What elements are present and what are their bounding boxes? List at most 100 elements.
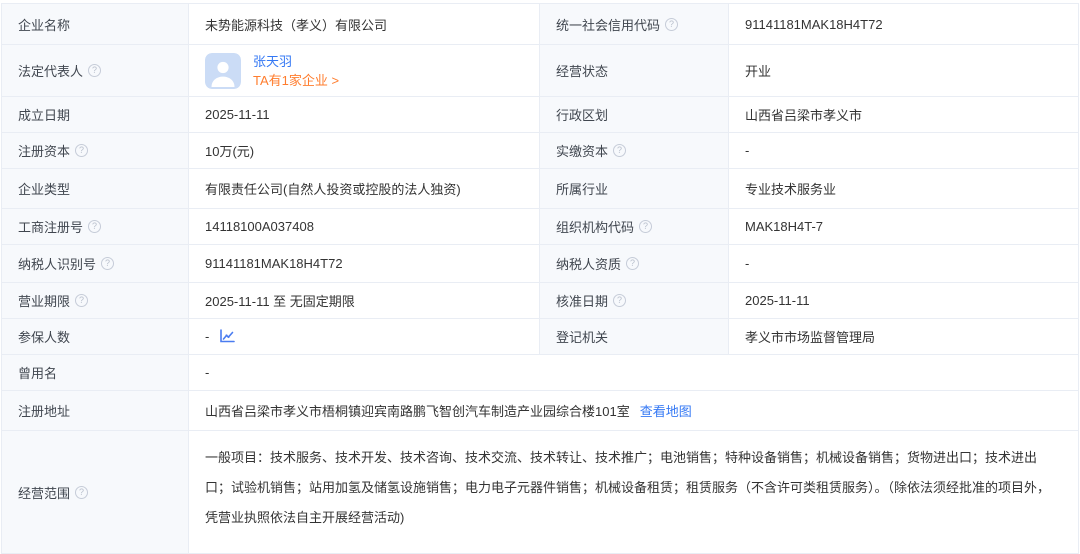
help-icon[interactable]: ?: [665, 18, 678, 31]
value-text: -: [205, 365, 209, 380]
help-icon[interactable]: ?: [613, 294, 626, 307]
help-icon[interactable]: ?: [101, 257, 114, 270]
taxpayer-id-label: 纳税人识别号 ?: [2, 245, 189, 282]
value-text: 山西省吕梁市孝义市: [745, 105, 862, 124]
table-row: 营业期限 ? 2025-11-11 至 无固定期限 核准日期 ? 2025-11…: [2, 283, 1078, 319]
label-text: 实缴资本: [556, 141, 608, 160]
company-type-label: 企业类型: [2, 169, 189, 208]
help-icon[interactable]: ?: [88, 64, 101, 77]
table-row: 参保人数 - 登记机关 孝义市市场监督管理局: [2, 319, 1078, 355]
label-text: 纳税人识别号: [18, 254, 96, 273]
registered-address-label: 注册地址: [2, 391, 189, 430]
admin-division-label: 行政区划: [540, 97, 729, 132]
status-label: 经营状态: [540, 45, 729, 96]
table-row: 曾用名 -: [2, 355, 1078, 391]
value-text: -: [205, 329, 209, 344]
label-text: 企业类型: [18, 179, 70, 198]
label-text: 成立日期: [18, 105, 70, 124]
label-text: 法定代表人: [18, 61, 83, 80]
help-icon[interactable]: ?: [626, 257, 639, 270]
taxpayer-id-value: 91141181MAK18H4T72: [189, 245, 540, 282]
table-row: 工商注册号 ? 14118100A037408 组织机构代码 ? MAK18H4…: [2, 209, 1078, 245]
insured-count-label: 参保人数: [2, 319, 189, 354]
value-text: 2025-11-11: [745, 293, 810, 308]
credit-code-value: 91141181MAK18H4T72: [729, 4, 1078, 44]
industry-label: 所属行业: [540, 169, 729, 208]
value-text: 有限责任公司(自然人投资或控股的法人独资): [205, 179, 461, 198]
help-icon[interactable]: ?: [639, 220, 652, 233]
legal-rep-companies-link[interactable]: TA有1家企业 >: [253, 72, 339, 89]
org-code-value: MAK18H4T-7: [729, 209, 1078, 244]
org-code-label: 组织机构代码 ?: [540, 209, 729, 244]
admin-division-value: 山西省吕梁市孝义市: [729, 97, 1078, 132]
label-text: 企业名称: [18, 15, 70, 34]
value-text: 91141181MAK18H4T72: [745, 17, 883, 32]
legal-rep-label: 法定代表人 ?: [2, 45, 189, 96]
table-row: 企业类型 有限责任公司(自然人投资或控股的法人独资) 所属行业 专业技术服务业: [2, 169, 1078, 209]
registered-address-value: 山西省吕梁市孝义市梧桐镇迎宾南路鹏飞智创汽车制造产业园综合楼101室 查看地图: [189, 391, 1078, 430]
help-icon[interactable]: ?: [613, 144, 626, 157]
business-scope-value: 一般项目：技术服务、技术开发、技术咨询、技术交流、技术转让、技术推广；电池销售；…: [189, 431, 1078, 553]
label-text: 工商注册号: [18, 217, 83, 236]
label-text: 行政区划: [556, 105, 608, 124]
credit-code-label: 统一社会信用代码 ?: [540, 4, 729, 44]
label-text: 注册资本: [18, 141, 70, 160]
label-text: 所属行业: [556, 179, 608, 198]
paid-capital-label: 实缴资本 ?: [540, 133, 729, 168]
label-text: 经营范围: [18, 483, 70, 502]
label-text: 参保人数: [18, 327, 70, 346]
table-row: 注册地址 山西省吕梁市孝义市梧桐镇迎宾南路鹏飞智创汽车制造产业园综合楼101室 …: [2, 391, 1078, 431]
value-text: 14118100A037408: [205, 219, 314, 234]
legal-rep-avatar[interactable]: [205, 53, 241, 89]
help-icon[interactable]: ?: [75, 144, 88, 157]
value-text: 山西省吕梁市孝义市梧桐镇迎宾南路鹏飞智创汽车制造产业园综合楼101室: [205, 401, 630, 420]
registration-authority-value: 孝义市市场监督管理局: [729, 319, 1078, 354]
help-icon[interactable]: ?: [88, 220, 101, 233]
label-text: 经营状态: [556, 61, 608, 80]
approval-date-value: 2025-11-11: [729, 283, 1078, 318]
business-term-label: 营业期限 ?: [2, 283, 189, 318]
value-text: 孝义市市场监督管理局: [745, 327, 875, 346]
table-row: 纳税人识别号 ? 91141181MAK18H4T72 纳税人资质 ? -: [2, 245, 1078, 283]
establish-date-label: 成立日期: [2, 97, 189, 132]
value-text: 开业: [745, 61, 771, 80]
business-reg-no-value: 14118100A037408: [189, 209, 540, 244]
status-value: 开业: [729, 45, 1078, 96]
value-text: 91141181MAK18H4T72: [205, 256, 343, 271]
company-name-label: 企业名称: [2, 4, 189, 44]
help-icon[interactable]: ?: [75, 486, 88, 499]
value-text: -: [745, 256, 749, 271]
legal-rep-name-link[interactable]: 张天羽: [253, 53, 339, 70]
table-row: 注册资本 ? 10万(元) 实缴资本 ? -: [2, 133, 1078, 169]
help-icon[interactable]: ?: [75, 294, 88, 307]
value-text: 一般项目：技术服务、技术开发、技术咨询、技术交流、技术转让、技术推广；电池销售；…: [205, 443, 1062, 533]
person-icon: [205, 53, 241, 89]
paid-capital-value: -: [729, 133, 1078, 168]
value-text: 专业技术服务业: [745, 179, 836, 198]
label-text: 核准日期: [556, 291, 608, 310]
insured-count-value: -: [189, 319, 540, 354]
insured-trend-chart-icon[interactable]: [219, 329, 235, 344]
business-scope-label: 经营范围 ?: [2, 431, 189, 553]
value-text: 2025-11-11: [205, 107, 270, 122]
value-text: 未势能源科技（孝义）有限公司: [205, 15, 387, 34]
registration-authority-label: 登记机关: [540, 319, 729, 354]
business-term-value: 2025-11-11 至 无固定期限: [189, 283, 540, 318]
label-text: 登记机关: [556, 327, 608, 346]
view-map-link[interactable]: 查看地图: [640, 401, 692, 420]
table-row: 企业名称 未势能源科技（孝义）有限公司 统一社会信用代码 ? 91141181M…: [2, 4, 1078, 45]
table-row: 法定代表人 ? 张天羽 TA有1家企业 > 经营状态: [2, 45, 1078, 97]
company-info-table: 企业名称 未势能源科技（孝义）有限公司 统一社会信用代码 ? 91141181M…: [1, 3, 1079, 554]
value-text: 10万(元): [205, 141, 254, 160]
business-reg-no-label: 工商注册号 ?: [2, 209, 189, 244]
label-text: 组织机构代码: [556, 217, 634, 236]
table-row: 成立日期 2025-11-11 行政区划 山西省吕梁市孝义市: [2, 97, 1078, 133]
value-text: MAK18H4T-7: [745, 219, 823, 234]
establish-date-value: 2025-11-11: [189, 97, 540, 132]
label-text: 统一社会信用代码: [556, 15, 660, 34]
label-text: 注册地址: [18, 401, 70, 420]
former-name-label: 曾用名: [2, 355, 189, 390]
taxpayer-qualification-label: 纳税人资质 ?: [540, 245, 729, 282]
value-text: -: [745, 143, 749, 158]
value-text: 2025-11-11 至 无固定期限: [205, 291, 355, 310]
